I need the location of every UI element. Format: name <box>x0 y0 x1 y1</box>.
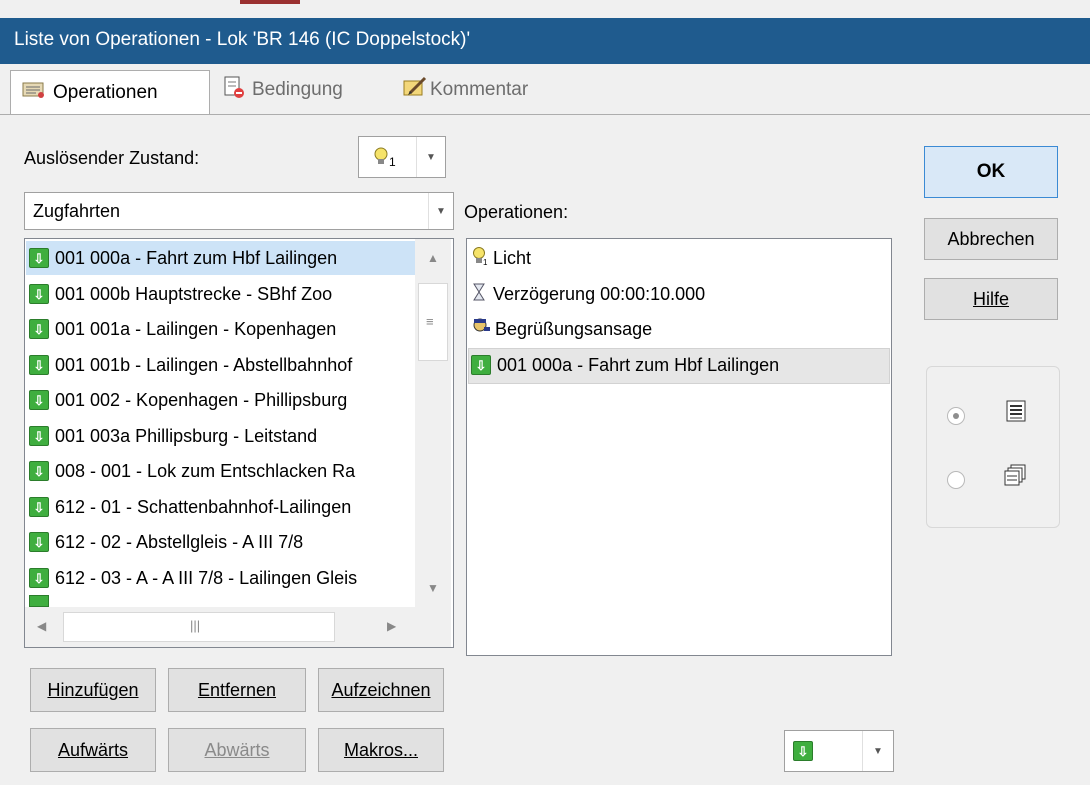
tab-divider <box>0 114 1090 115</box>
chevron-down-icon: ▼ <box>416 137 445 177</box>
scrollbar-thumb[interactable]: ||| <box>63 612 335 642</box>
scroll-left-icon: ◀ <box>37 619 47 633</box>
horizontal-scrollbar[interactable]: ◀ ||| ▶ <box>25 607 415 647</box>
tab-bedingung[interactable]: Bedingung <box>220 70 343 110</box>
category-value: Zugfahrten <box>33 201 121 221</box>
route-icon: ⇩ <box>793 741 813 761</box>
list-item[interactable]: ⇩ 001 000b Hauptstrecke - SBhf Zoo <box>29 277 332 311</box>
grouped-view-icon <box>1003 463 1027 492</box>
route-icon: ⇩ <box>471 355 491 375</box>
route-icon: ⇩ <box>29 248 49 268</box>
move-down-button: Abwärts <box>168 728 306 772</box>
list-item-label: Licht <box>493 247 532 268</box>
cancel-button[interactable]: Abbrechen <box>924 218 1058 260</box>
route-icon: ⇩ <box>29 284 49 304</box>
list-item[interactable]: 1 Licht <box>471 241 531 275</box>
route-icon: ⇩ <box>29 497 49 517</box>
route-list[interactable]: ⇩ 001 000a - Fahrt zum Hbf Lailingen ⇩ 001… <box>24 238 454 648</box>
scroll-down-icon: ▼ <box>427 581 439 595</box>
list-item[interactable]: ⇩ 612 - 02 - Abstellgleis - A III 7/8 <box>29 525 303 559</box>
chevron-down-icon: ▼ <box>862 731 893 771</box>
tab-kommentar[interactable]: Kommentar <box>400 70 528 110</box>
operations-icon <box>21 80 47 106</box>
route-icon: ⇩ <box>29 319 49 339</box>
list-item-label: 001 000a - Fahrt zum Hbf Lailingen <box>497 354 780 375</box>
list-item[interactable]: ⇩ 001 003a Phillipsburg - Leitstand <box>29 419 317 453</box>
route-icon: ⇩ <box>29 426 49 446</box>
state-number: 1 <box>389 155 396 169</box>
list-item-label: 008 - 001 - Lok zum Entschlacken Ra <box>55 460 356 481</box>
comment-icon <box>402 75 428 105</box>
route-icon-partial <box>29 595 49 607</box>
list-item-label: 612 - 03 - A - A III 7/8 - Lailingen Gle… <box>55 567 358 588</box>
remove-button[interactable]: Entfernen <box>168 668 306 712</box>
hourglass-icon <box>471 282 487 307</box>
list-item[interactable]: ⇩ 001 001a - Lailingen - Kopenhagen <box>29 312 336 346</box>
state-dropdown[interactable]: 1 ▼ <box>358 136 446 178</box>
dialog-body: Operationen Bedingung Kommentar Auslösen… <box>0 64 1090 785</box>
route-icon: ⇩ <box>29 355 49 375</box>
operations-list[interactable]: 1 Licht Verzögerung 00:00:10.000 Begrüßu… <box>466 238 892 656</box>
trigger-label: Auslösender Zustand: <box>24 148 200 168</box>
grip-icon: ||| <box>190 618 201 633</box>
list-item-label: 001 000a - Fahrt zum Hbf Lailingen <box>55 247 338 268</box>
window-title: Liste von Operationen - Lok 'BR 146 (IC … <box>14 29 471 50</box>
tab-operationen-label: Operationen <box>53 82 158 103</box>
list-item-label: Verzögerung 00:00:10.000 <box>493 283 706 304</box>
list-item[interactable]: ⇩ 001 000a - Fahrt zum Hbf Lailingen <box>471 348 779 382</box>
view-mode-group <box>926 366 1060 528</box>
list-item-label: Begrüßungsansage <box>495 318 653 339</box>
light-bulb-icon: 1 <box>471 246 489 271</box>
list-item[interactable]: ⇩ 001 002 - Kopenhagen - Phillipsburg <box>29 383 347 417</box>
scrollbar-thumb[interactable]: ≡ <box>418 283 448 361</box>
macros-button[interactable]: Makros... <box>318 728 444 772</box>
chevron-down-icon: ▼ <box>428 193 453 229</box>
scroll-up-icon: ▲ <box>427 251 439 265</box>
move-up-button[interactable]: Aufwärts <box>30 728 156 772</box>
record-button[interactable]: Aufzeichnen <box>318 668 444 712</box>
radio-selected-dot <box>953 413 959 419</box>
list-item-label: 001 000b Hauptstrecke - SBhf Zoo <box>55 283 333 304</box>
scroll-right-icon: ▶ <box>387 619 397 633</box>
background-window-edge <box>240 0 300 4</box>
view-list-radio[interactable] <box>947 407 965 425</box>
list-item-label: 612 - 02 - Abstellgleis - A III 7/8 <box>55 531 304 552</box>
list-item[interactable]: ⇩ 612 - 03 - A - A III 7/8 - Lailingen Gl… <box>29 561 357 595</box>
operations-label: Operationen: <box>464 202 569 222</box>
svg-text:1: 1 <box>483 258 488 266</box>
list-item-label: 001 001a - Lailingen - Kopenhagen <box>55 318 337 339</box>
list-item[interactable]: ⇩ 008 - 001 - Lok zum Entschlacken Ra <box>29 454 355 488</box>
list-item[interactable]: ⇩ 001 001b - Lailingen - Abstellbahnhof <box>29 348 352 382</box>
announcer-icon <box>471 317 491 342</box>
list-item-label: 001 002 - Kopenhagen - Phillipsburg <box>55 389 348 410</box>
add-button[interactable]: Hinzufügen <box>30 668 156 712</box>
list-item[interactable]: ⇩ 612 - 01 - Schattenbahnhof-Lailingen <box>29 490 351 524</box>
route-icon: ⇩ <box>29 568 49 588</box>
route-icon: ⇩ <box>29 390 49 410</box>
category-dropdown[interactable]: Zugfahrten ▼ <box>24 192 454 230</box>
list-item-label: 001 003a Phillipsburg - Leitstand <box>55 425 318 446</box>
scrollbar-corner <box>415 607 451 647</box>
tab-bedingung-label: Bedingung <box>252 79 343 100</box>
grip-icon: ≡ <box>426 314 434 329</box>
route-icon: ⇩ <box>29 461 49 481</box>
tab-operationen[interactable]: Operationen <box>10 70 210 115</box>
title-bar: Liste von Operationen - Lok 'BR 146 (IC … <box>0 18 1090 64</box>
list-item[interactable]: Verzögerung 00:00:10.000 <box>471 277 705 311</box>
list-item-label: 001 001b - Lailingen - Abstellbahnhof <box>55 354 353 375</box>
background-strip <box>0 0 1090 18</box>
operation-type-dropdown[interactable]: ⇩ ▼ <box>784 730 894 772</box>
list-item[interactable]: Begrüßungsansage <box>471 312 652 346</box>
tab-kommentar-label: Kommentar <box>430 79 529 100</box>
ok-button[interactable]: OK <box>924 146 1058 198</box>
help-button[interactable]: Hilfe <box>924 278 1058 320</box>
vertical-scrollbar[interactable]: ▲ ≡ ▼ <box>415 239 451 607</box>
condition-icon <box>222 75 246 105</box>
list-item-label: 612 - 01 - Schattenbahnhof-Lailingen <box>55 496 352 517</box>
list-view-icon <box>1005 399 1027 428</box>
list-item[interactable]: ⇩ 001 000a - Fahrt zum Hbf Lailingen <box>29 241 337 275</box>
view-grouped-radio[interactable] <box>947 471 965 489</box>
route-icon: ⇩ <box>29 532 49 552</box>
